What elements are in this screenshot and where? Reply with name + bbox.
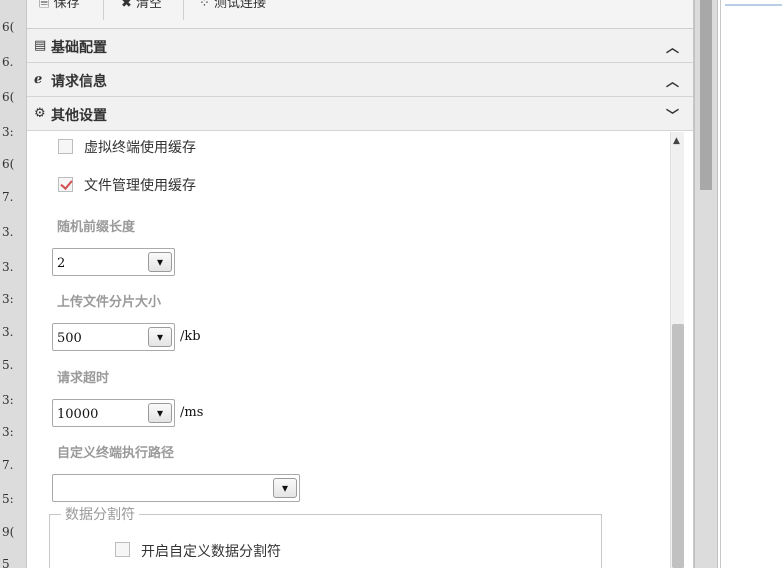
request-timeout-select[interactable]: 10000 ▾	[52, 399, 175, 427]
section-title: 请求信息	[51, 74, 107, 90]
chevron-down-icon: ﹀	[665, 109, 679, 124]
virtual-terminal-cache-label: 虚拟终端使用缓存	[84, 140, 196, 156]
enable-custom-separator-checkbox[interactable]	[115, 542, 130, 557]
select-value: 2	[57, 256, 66, 271]
upload-chunk-size-label: 上传文件分片大小	[57, 295, 162, 310]
background-number: 6(	[2, 90, 15, 104]
select-value: 500	[57, 331, 82, 346]
background-number: 6.	[2, 55, 14, 69]
file-manager-cache-checkbox[interactable]	[58, 177, 73, 192]
eraser-icon: ✖	[121, 0, 137, 11]
spinner-icon: ⁘	[199, 0, 215, 11]
background-number: 6(	[2, 157, 15, 171]
data-separator-legend: 数据分割符	[61, 504, 139, 524]
request-timeout-label: 请求超时	[57, 371, 110, 386]
background-number: 3.	[2, 260, 14, 274]
upload-chunk-size-select[interactable]: 500 ▾	[52, 323, 175, 351]
chevron-down-icon[interactable]: ▾	[148, 403, 172, 423]
accordion-request-info[interactable]: ℯ 请求信息 ︿	[27, 63, 693, 97]
enable-custom-separator-label: 开启自定义数据分割符	[141, 544, 281, 560]
background-number: 7.	[2, 190, 14, 204]
chevron-down-icon[interactable]: ▾	[148, 327, 172, 347]
random-prefix-length-select[interactable]: 2 ▾	[52, 248, 175, 276]
shell-editor-panel: 🗏 保存 ✖ 清空 ⁘ 测试连接 ▤ 基础配置 ︿ ℯ 请求信息 ︿ ⚙ 其他设…	[26, 0, 694, 568]
background-number: 3.	[2, 225, 14, 239]
background-number: 7.	[2, 458, 14, 472]
toolbar-divider	[103, 0, 104, 20]
scroll-up-icon[interactable]: ▲	[673, 136, 680, 146]
file-manager-cache-label: 文件管理使用缓存	[84, 178, 196, 194]
background-number: 3.	[2, 325, 14, 339]
toolbar: 🗏 保存 ✖ 清空 ⁘ 测试连接	[27, 0, 693, 29]
random-prefix-length-label: 随机前缀长度	[57, 220, 136, 235]
other-settings-content: 虚拟终端使用缓存 文件管理使用缓存 随机前缀长度 2 ▾ 上传文件分片大小 50…	[27, 132, 684, 568]
virtual-terminal-cache-checkbox[interactable]	[58, 139, 73, 154]
chevron-down-icon[interactable]: ▾	[148, 252, 172, 272]
background-number: 5	[2, 557, 10, 568]
chevron-up-icon: ︿	[665, 41, 679, 56]
select-value: 10000	[57, 407, 99, 422]
upload-chunk-unit: /kb	[180, 329, 201, 344]
accordion-basic-config[interactable]: ▤ 基础配置 ︿	[27, 29, 693, 63]
request-timeout-unit: /ms	[180, 405, 204, 420]
background-number: 3:	[2, 393, 14, 407]
background-number: 5.	[2, 358, 14, 372]
file-icon: ▤	[34, 38, 47, 53]
right-pane	[720, 0, 782, 568]
background-number: 5:	[2, 492, 14, 506]
chevron-down-icon[interactable]: ▾	[273, 478, 297, 498]
background-number: 6(	[2, 20, 15, 34]
section-title: 其他设置	[51, 108, 107, 124]
background-number: 3:	[2, 125, 14, 139]
toolbar-divider	[183, 0, 184, 20]
content-scrollbar[interactable]: ▲	[670, 132, 684, 568]
section-title: 基础配置	[51, 40, 107, 56]
test-connection-button[interactable]: ⁘ 测试连接	[199, 0, 266, 15]
outer-scrollbar-thumb[interactable]	[700, 0, 712, 190]
save-icon: 🗏	[39, 0, 54, 11]
background-number: 9(	[2, 525, 15, 539]
background-number: 3:	[2, 292, 14, 306]
screen: 6( 6. 6( 3: 6( 7. 3. 3. 3: 3. 5. 3: 3: 7. 5: 9( 5 🗏 保存 ✖…	[0, 0, 782, 568]
scrollbar-thumb[interactable]	[672, 324, 684, 568]
clear-button[interactable]: ✖ 清空	[121, 0, 162, 15]
custom-terminal-path-label: 自定义终端执行路径	[57, 446, 175, 461]
right-pane-header-line	[725, 4, 782, 6]
background-number: 3:	[2, 425, 14, 439]
accordion-other-settings[interactable]: ⚙ 其他设置 ﹀	[27, 97, 693, 131]
browser-icon: ℯ	[34, 72, 43, 87]
custom-terminal-path-select[interactable]: ▾	[52, 474, 300, 502]
outer-scrollbar[interactable]	[694, 0, 718, 568]
save-button[interactable]: 🗏 保存	[39, 0, 80, 15]
chevron-up-icon: ︿	[665, 75, 679, 90]
gears-icon: ⚙	[34, 106, 46, 121]
